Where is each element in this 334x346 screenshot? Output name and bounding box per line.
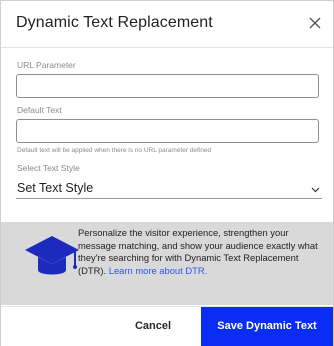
- dtr-info-banner: Personalize the visitor experience, stre…: [1, 222, 333, 305]
- close-icon[interactable]: [308, 16, 322, 30]
- cancel-button[interactable]: Cancel: [105, 307, 201, 346]
- text-style-label: Select Text Style: [17, 163, 80, 173]
- text-style-selected: Set Text Style: [17, 181, 94, 195]
- chevron-down-icon: [311, 187, 320, 193]
- save-dynamic-text-button[interactable]: Save Dynamic Text: [201, 307, 333, 346]
- dtr-dialog: Dynamic Text Replacement URL Parameter D…: [0, 0, 334, 346]
- text-style-select[interactable]: Set Text Style: [16, 178, 322, 199]
- banner-text: Personalize the visitor experience, stre…: [78, 227, 326, 277]
- default-text-helper: Default text will be applied when there …: [17, 147, 212, 154]
- url-parameter-input[interactable]: [16, 74, 319, 98]
- url-parameter-label: URL Parameter: [17, 60, 76, 70]
- default-text-label: Default Text: [17, 105, 62, 115]
- graduation-cap-icon: [25, 236, 79, 275]
- dialog-header: Dynamic Text Replacement: [1, 1, 333, 48]
- dialog-title: Dynamic Text Replacement: [16, 14, 213, 31]
- dialog-footer: Cancel Save Dynamic Text: [1, 306, 333, 346]
- learn-more-link[interactable]: Learn more about DTR.: [109, 265, 207, 276]
- default-text-input[interactable]: [16, 119, 319, 143]
